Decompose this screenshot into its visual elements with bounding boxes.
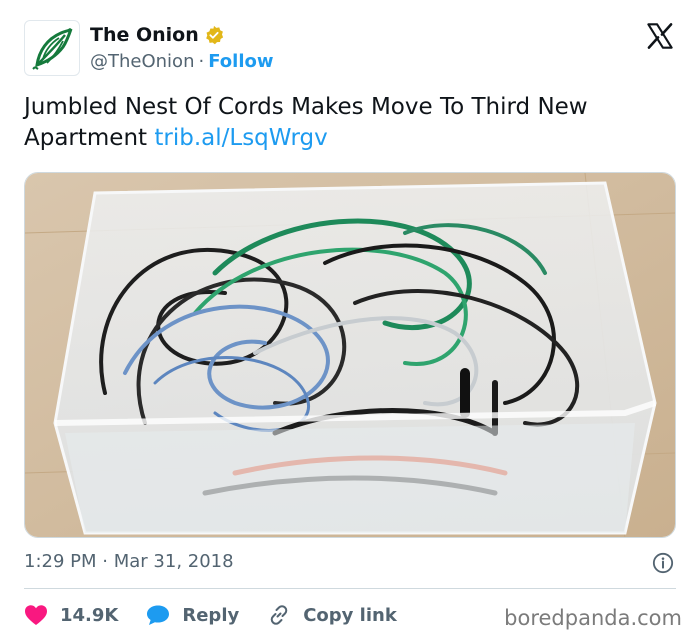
verified-badge-icon	[205, 25, 223, 45]
tweet-time: 1:29 PM	[24, 551, 97, 572]
tweet-actions: 14.9K Reply Copy link	[24, 600, 425, 630]
reply-button[interactable]: Reply	[146, 604, 239, 626]
handle-row: @TheOnion · Follow	[90, 51, 274, 72]
divider	[24, 588, 676, 589]
tweet-date: Mar 31, 2018	[113, 551, 234, 572]
tweet-link[interactable]: trib.al/LsqWrgv	[154, 125, 327, 151]
heart-icon	[25, 605, 47, 625]
onion-logo-icon	[32, 27, 73, 70]
follow-button[interactable]: Follow	[208, 51, 273, 72]
separator: ·	[102, 551, 108, 572]
reply-bubble-icon	[147, 605, 170, 625]
photo-of-cords-in-plastic-bin	[25, 173, 675, 537]
account-handle[interactable]: @TheOnion	[90, 51, 194, 72]
tweet-timestamp[interactable]: 1:29 PM · Mar 31, 2018	[24, 551, 234, 572]
x-logo-icon[interactable]	[646, 22, 674, 50]
like-count: 14.9K	[60, 604, 119, 626]
tweet-text: Jumbled Nest Of Cords Makes Move To Thir…	[24, 92, 676, 154]
separator: ·	[198, 51, 205, 72]
tweet-header: The Onion @TheOnion · Follow	[24, 20, 676, 76]
copy-link-label: Copy link	[303, 604, 397, 626]
tweet-image[interactable]	[24, 172, 676, 538]
copy-link-button[interactable]: Copy link	[267, 603, 397, 627]
name-row: The Onion	[90, 24, 224, 46]
avatar[interactable]	[24, 20, 80, 76]
like-button[interactable]: 14.9K	[24, 604, 118, 626]
reply-label: Reply	[182, 604, 240, 626]
account-name[interactable]: The Onion	[90, 24, 199, 46]
watermark: boredpanda.com	[504, 606, 682, 630]
info-icon[interactable]	[652, 552, 674, 574]
link-icon	[270, 605, 288, 625]
